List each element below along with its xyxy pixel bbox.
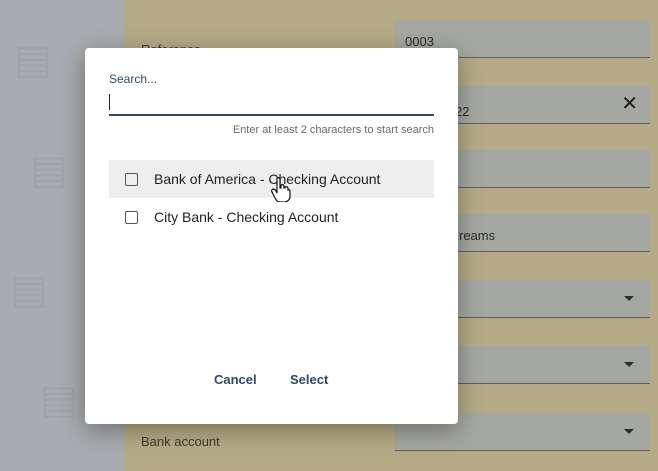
list-item-label: City Bank - Checking Account [154,209,339,225]
text-cursor [109,94,110,110]
list-item[interactable]: City Bank - Checking Account [109,198,434,236]
checkbox[interactable] [125,210,138,224]
checkbox[interactable] [125,172,138,186]
chevron-down-icon [624,362,634,367]
description-value: reams [459,228,496,243]
chevron-down-icon [624,296,634,301]
chevron-down-icon [624,429,634,434]
select-button[interactable]: Select [290,372,328,387]
search-hint: Enter at least 2 characters to start sea… [232,124,434,136]
list-item-label: Bank of America - Checking Account [154,171,381,187]
close-icon[interactable]: ✕ [621,94,638,114]
decor-icon: ▤ [40,378,78,422]
search-input[interactable] [109,90,434,116]
hand-cursor-icon [271,177,291,202]
account-picker-dialog: Search... Enter at least 2 characters to… [85,48,458,424]
search-label: Search... [109,72,158,86]
reference-value: 0003 [405,34,434,49]
decor-icon: ▤ [30,148,68,192]
decor-icon: ▤ [14,38,52,82]
bank-account-label: Bank account [141,434,220,449]
cancel-button[interactable]: Cancel [214,372,257,387]
decor-icon: ▤ [10,268,48,312]
